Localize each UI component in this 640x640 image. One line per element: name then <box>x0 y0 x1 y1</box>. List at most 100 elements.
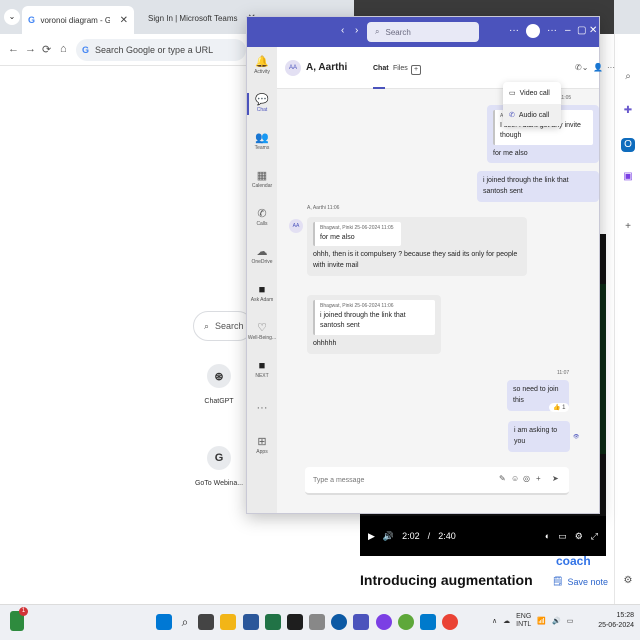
back-icon[interactable]: ‹ <box>341 25 344 36</box>
wellbeing-icon: ♡ <box>257 322 267 334</box>
back-icon[interactable]: ← <box>8 43 19 55</box>
rail-item-activity[interactable]: 🔔 Activity <box>247 55 277 75</box>
task-view-icon[interactable] <box>198 614 214 630</box>
cloud-icon[interactable]: ☁ <box>503 617 510 625</box>
people-icon[interactable]: 👤 <box>593 63 603 72</box>
attach-plus-icon[interactable]: + <box>536 474 541 483</box>
app-icon[interactable] <box>376 614 392 630</box>
audio-call-option[interactable]: ✆ Audio call <box>503 104 561 126</box>
minimize-icon[interactable]: – <box>565 25 571 36</box>
vscode-icon[interactable] <box>420 614 436 630</box>
extension-icon[interactable]: ✚ <box>621 104 635 118</box>
rail-item-apps[interactable]: ⊞ Apps <box>247 435 277 455</box>
rail-item-calendar[interactable]: ▦ Calendar <box>247 169 277 189</box>
tab-teams-signin[interactable]: Sign In | Microsoft Teams ✕ <box>138 6 256 30</box>
app-icon[interactable] <box>398 614 414 630</box>
battery-icon[interactable]: ▭ <box>567 617 574 625</box>
close-icon[interactable]: ✕ <box>120 15 128 26</box>
video-call-option[interactable]: ▭ Video call <box>503 82 561 104</box>
file-explorer-icon[interactable] <box>220 614 236 630</box>
teams-search-input[interactable]: ⌕ Search <box>367 22 479 42</box>
reload-icon[interactable]: ⟳ <box>42 43 51 56</box>
rail-item-teams[interactable]: 👥 Teams <box>247 131 277 151</box>
chevron-up-icon[interactable]: ∧ <box>492 617 497 625</box>
message-sent[interactable]: i joined through the link that santosh s… <box>477 171 599 202</box>
more-icon[interactable]: ··· <box>509 25 519 36</box>
more-options-icon[interactable]: ··· <box>547 25 557 36</box>
rail-label: Chat <box>256 107 268 113</box>
outlook-icon[interactable]: O <box>621 138 635 152</box>
shortcut-chatgpt[interactable]: ⊛ ChatGPT <box>189 364 249 405</box>
rail-item-wellbeing[interactable]: ♡ Well-Being... <box>247 321 277 341</box>
search-icon[interactable]: ⌕ <box>621 70 635 84</box>
tab-chat[interactable]: Chat <box>373 65 389 72</box>
excel-icon[interactable] <box>265 614 281 630</box>
more-icon[interactable]: ··· <box>607 63 615 72</box>
maximize-icon[interactable]: ▢ <box>577 25 586 36</box>
loop-icon[interactable]: ◎ <box>523 474 530 483</box>
format-icon[interactable]: ✎ <box>499 474 506 483</box>
message-text: i joined through the link that santosh s… <box>483 177 569 195</box>
home-icon[interactable]: ⌂ <box>60 43 67 55</box>
volume-icon[interactable]: 🔊 <box>383 531 394 542</box>
profile-avatar[interactable] <box>526 24 540 38</box>
like-reaction[interactable]: 👍 1 <box>549 403 570 412</box>
send-icon[interactable]: ➤ <box>552 474 559 483</box>
next-icon: ■ <box>258 360 266 372</box>
start-icon[interactable] <box>156 614 172 630</box>
address-bar[interactable]: G Search Google or type a URL <box>76 39 246 61</box>
rail-item-calls[interactable]: ✆ Calls <box>247 207 277 227</box>
call-icon[interactable]: ✆⌄ <box>575 63 588 72</box>
toggle-icon[interactable]: ◐ <box>545 531 550 541</box>
settings-icon[interactable]: ⚙ <box>575 531 583 542</box>
terminal-icon[interactable] <box>287 614 303 630</box>
tab-search-menu-icon[interactable]: ⌄ <box>4 9 20 25</box>
app-icon[interactable]: ▣ <box>621 170 635 184</box>
message-composer[interactable]: Type a message ✎ ☺ ◎ + ➤ <box>305 467 569 495</box>
clock[interactable]: 15:28 25-06-2024 <box>598 611 634 631</box>
chat-icon: 💬 <box>255 94 269 106</box>
emoji-icon[interactable]: ☺ <box>511 474 519 483</box>
rail-item-more[interactable]: ··· <box>247 401 277 415</box>
sender-avatar[interactable]: AA <box>289 219 303 233</box>
rail-item-ask-adam[interactable]: ■ Ask Adam <box>247 283 277 303</box>
contact-avatar[interactable]: AA <box>285 60 301 76</box>
calculator-icon[interactable] <box>309 614 325 630</box>
tab-voronoi[interactable]: G voronoi diagram - Google Sea ✕ <box>22 6 134 34</box>
rail-item-next[interactable]: ■ NEXT <box>247 359 277 379</box>
shortcut-goto[interactable]: G GoTo Webina... <box>189 446 249 487</box>
rail-item-chat[interactable]: 💬 Chat <box>247 93 277 115</box>
play-icon[interactable]: ▶ <box>368 531 375 542</box>
ntp-search-box[interactable]: ⌕ Search G <box>193 311 253 341</box>
message-received[interactable]: Bhagwat, Pinki 25-06-2024 11:05 for me a… <box>307 217 527 276</box>
audio-call-label: Audio call <box>518 111 550 119</box>
time-separator: / <box>427 531 431 541</box>
word-icon[interactable] <box>243 614 259 630</box>
search-icon[interactable]: ⌕ <box>177 614 193 630</box>
fullscreen-icon[interactable]: ⤢ <box>591 531 598 542</box>
forward-icon[interactable]: › <box>355 25 358 36</box>
save-note-button[interactable]: 🗒 Save note <box>552 576 608 587</box>
add-tab-button[interactable]: + <box>411 65 422 75</box>
browser-side-panel: ⌕ ✚ O ▣ + ⚙ <box>614 34 640 604</box>
volume-icon[interactable]: 🔊 <box>552 617 561 625</box>
rail-label: NEXT <box>255 373 269 379</box>
wifi-icon[interactable]: 📶 <box>537 617 546 625</box>
edge-icon[interactable] <box>331 614 347 630</box>
close-icon[interactable]: ✕ <box>589 25 597 36</box>
forward-icon[interactable]: → <box>25 43 36 55</box>
quote-text: for me also <box>320 233 355 241</box>
chrome-icon[interactable] <box>442 614 458 630</box>
tab-files[interactable]: Files <box>393 65 408 72</box>
message-text: ohhhhh <box>313 339 337 347</box>
settings-icon[interactable]: ⚙ <box>621 574 635 588</box>
teams-icon[interactable] <box>353 614 369 630</box>
captions-icon[interactable]: ▭ <box>558 531 567 542</box>
rail-item-onedrive[interactable]: ☁ OneDrive <box>247 245 277 265</box>
message-received[interactable]: Bhagwat, Pinki 25-06-2024 11:06 i joined… <box>307 295 441 354</box>
message-sent[interactable]: i am asking to you <box>508 421 570 452</box>
add-icon[interactable]: + <box>621 220 635 234</box>
notification-app-icon[interactable]: 1 <box>10 607 28 631</box>
teams-window: ‹ › ⌕ Search ··· ··· – ▢ ✕ 🔔 Activity 💬 … <box>246 16 615 514</box>
language-indicator[interactable]: ENG INTL <box>516 613 531 630</box>
